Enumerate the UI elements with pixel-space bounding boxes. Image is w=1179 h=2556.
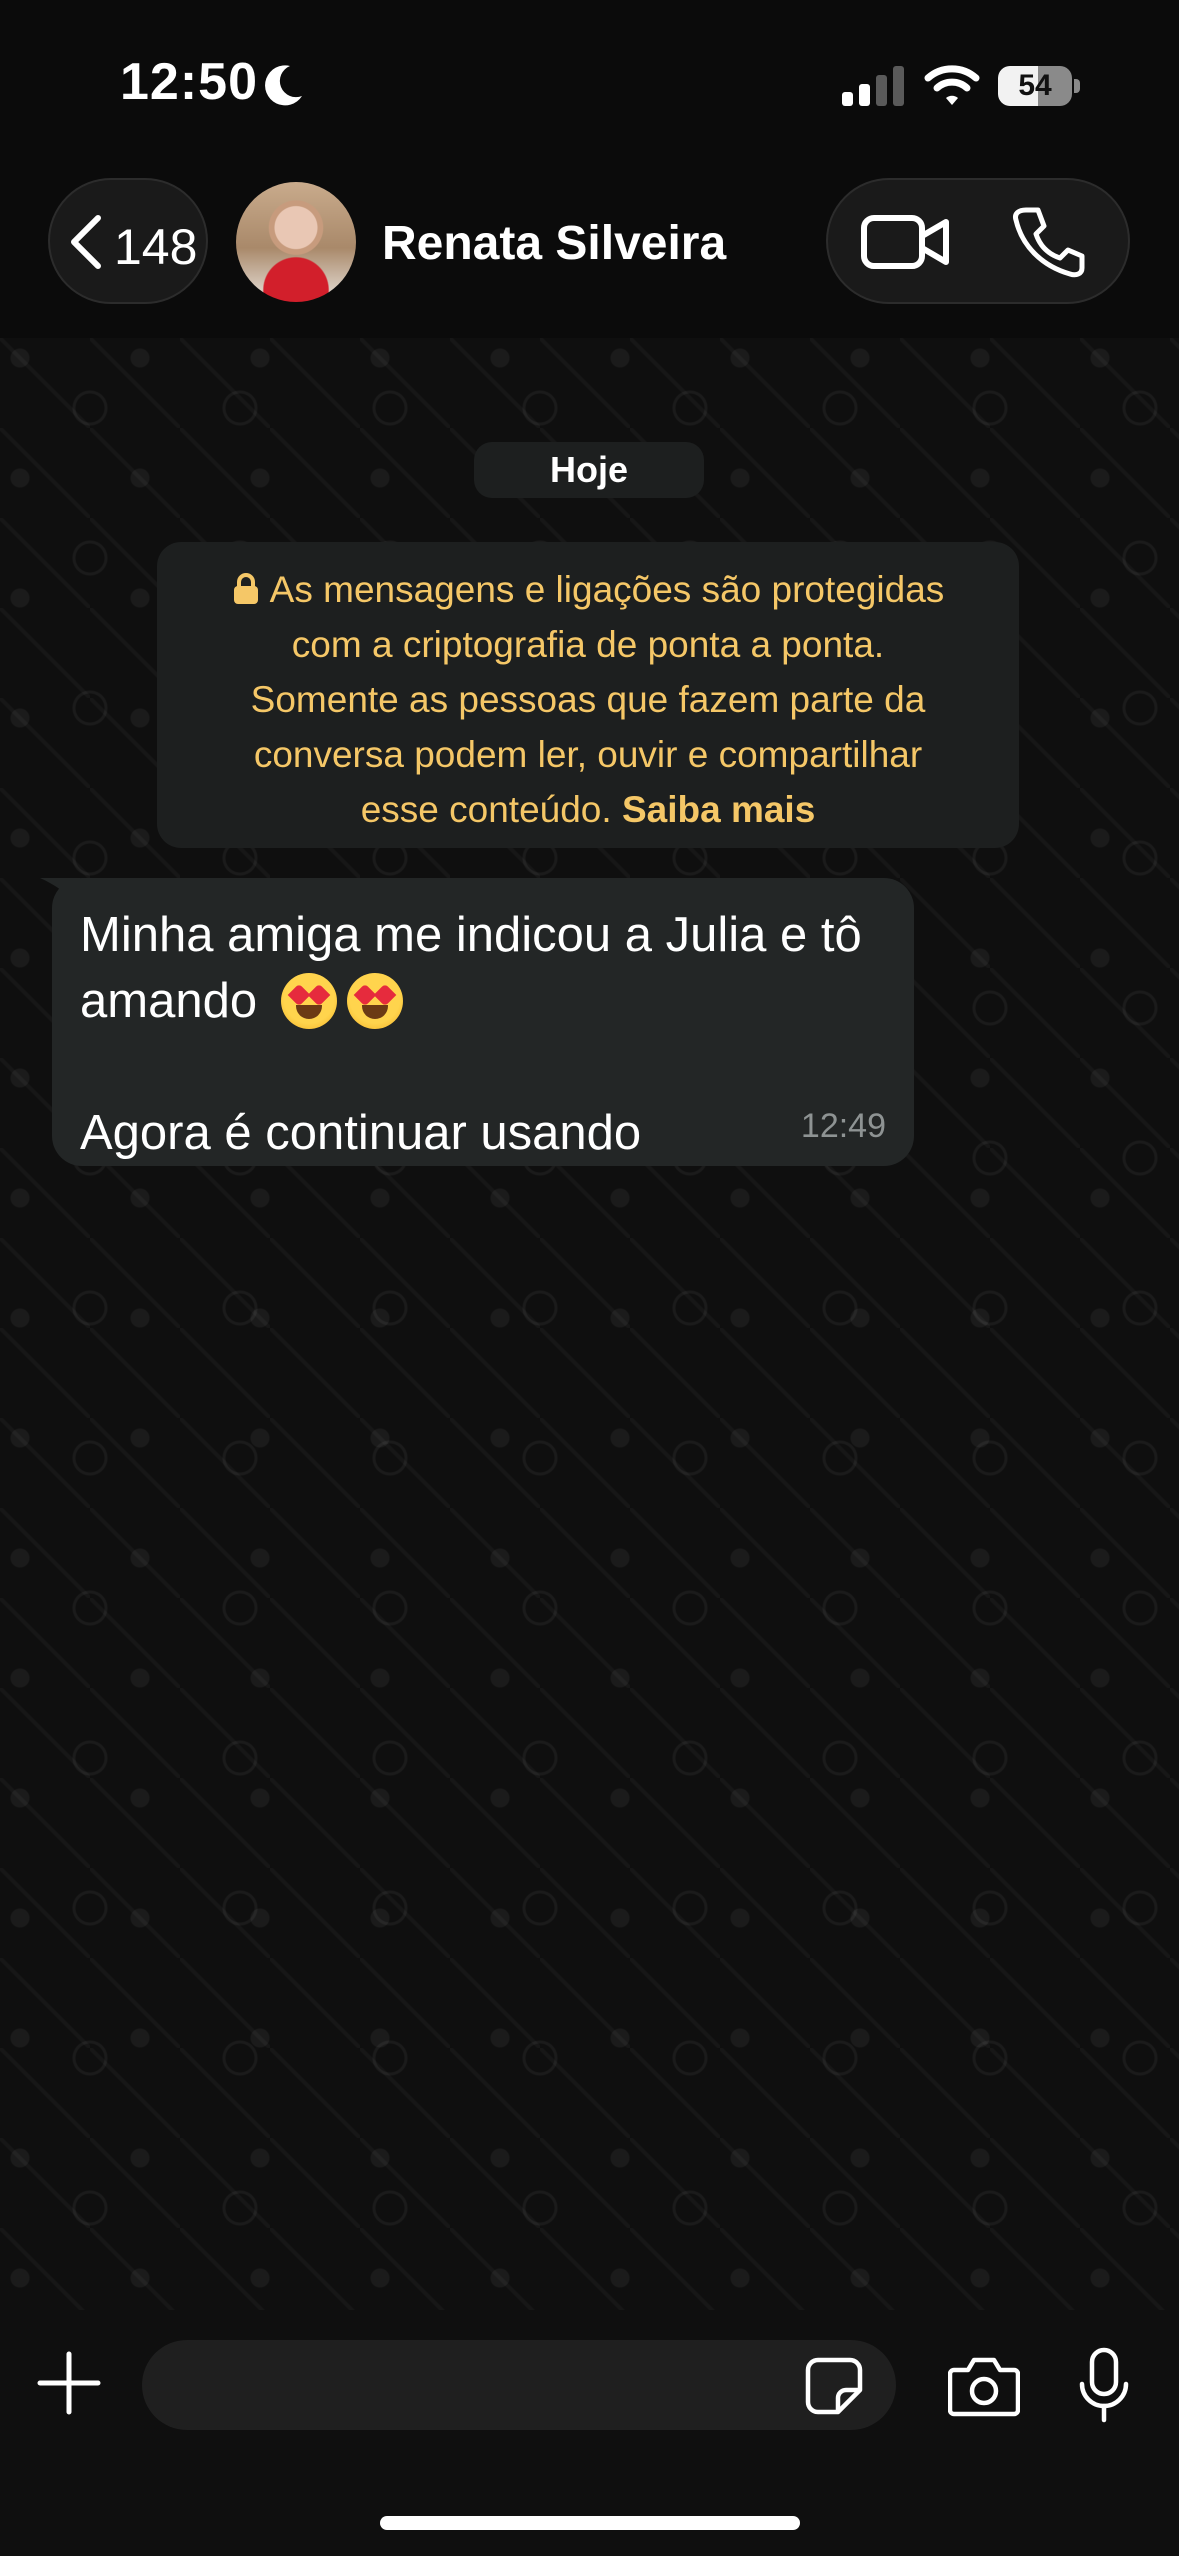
composer-bar <box>0 2310 1179 2556</box>
heart-eyes-emoji-icon <box>280 973 337 1029</box>
message-timestamp: 12:49 <box>800 1107 886 1145</box>
home-indicator <box>380 2516 800 2530</box>
bubble-tail <box>40 878 80 908</box>
notice-line-1: As mensagens e ligações são protegidas <box>269 569 945 610</box>
signal-icon <box>842 66 904 106</box>
battery-indicator: 54 <box>998 66 1080 106</box>
message-line-1: Minha amiga me indicou a Julia e tô <box>80 908 862 962</box>
chat-header: 148 Renata Silveira <box>0 170 1179 338</box>
unread-count: 148 <box>114 219 198 275</box>
moon-icon <box>265 65 302 106</box>
incoming-message-bubble[interactable]: Minha amiga me indicou a Julia e tô aman… <box>40 878 914 1166</box>
call-buttons-group <box>826 178 1130 304</box>
video-camera-icon[interactable] <box>858 204 954 280</box>
learn-more-link[interactable]: Saiba mais <box>622 789 815 830</box>
phone-icon[interactable] <box>1008 204 1088 280</box>
message-input[interactable] <box>142 2340 896 2430</box>
message-line-2: amando <box>80 974 258 1028</box>
contact-name[interactable]: Renata Silveira <box>382 216 726 271</box>
notice-line-2: com a criptografia de ponta a ponta. <box>291 624 885 665</box>
chat-area[interactable]: Hoje As mensagens e ligações são protegi… <box>0 338 1179 2310</box>
chevron-left-icon <box>71 215 101 269</box>
whatsapp-chat-screen: 12:50 54 148 Renata Silveira Hoje As men… <box>0 0 1179 2556</box>
camera-icon[interactable] <box>948 2352 1020 2418</box>
notice-line-4: conversa podem ler, ouvir e compartilhar <box>253 734 923 775</box>
microphone-icon[interactable] <box>1076 2346 1132 2426</box>
status-bar: 12:50 54 <box>0 0 1179 170</box>
wifi-icon <box>924 65 980 105</box>
date-chip: Hoje <box>474 442 704 498</box>
status-time: 12:50 <box>120 53 258 111</box>
message-line-3: Agora é continuar usando <box>80 1106 642 1160</box>
notice-line-3: Somente as pessoas que fazem parte da <box>250 679 926 720</box>
plus-icon[interactable] <box>36 2350 102 2416</box>
encryption-notice[interactable]: As mensagens e ligações são protegidas c… <box>157 542 1019 848</box>
avatar[interactable] <box>236 182 356 302</box>
sticker-icon[interactable] <box>804 2356 864 2416</box>
back-button[interactable]: 148 <box>48 178 208 304</box>
lock-icon <box>233 573 258 604</box>
battery-level: 54 <box>1018 69 1052 102</box>
notice-line-5: esse conteúdo. <box>360 789 622 830</box>
heart-eyes-emoji-icon <box>346 973 403 1029</box>
